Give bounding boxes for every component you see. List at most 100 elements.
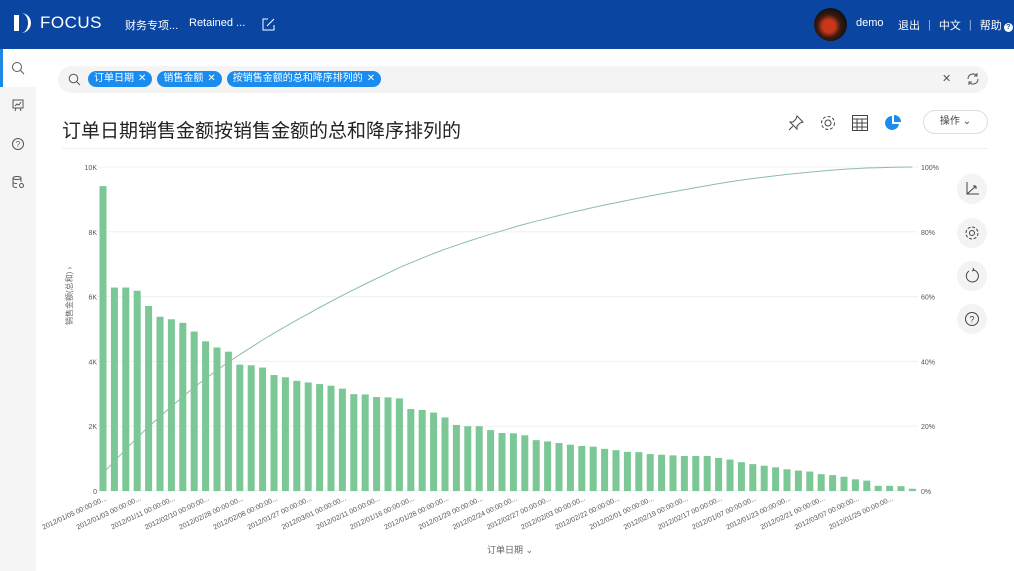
x-axis-title[interactable]: 订单日期 ⌄: [487, 543, 533, 556]
bar: [179, 322, 187, 491]
bar: [338, 388, 346, 491]
bar: [874, 485, 882, 491]
bar: [475, 426, 483, 491]
bar: [760, 465, 768, 491]
x-tick-label: 2012/02/22 00:00:00...: [554, 495, 621, 531]
bar: [749, 464, 757, 491]
bar: [430, 412, 438, 491]
bar: [99, 186, 107, 491]
x-tick-label: 2012/01/29 00:00:00...: [418, 495, 485, 531]
bar: [544, 441, 552, 491]
bar: [601, 448, 609, 491]
y2-tick-label: 80%: [921, 230, 935, 237]
bar: [578, 445, 586, 491]
x-tick-label: 2012/01/03 00:00:00...: [76, 495, 143, 531]
bar: [886, 485, 894, 491]
x-tick-label: 2012/03/01 00:00:00...: [281, 495, 348, 531]
bar: [589, 446, 597, 491]
bar: [623, 451, 631, 491]
bar: [829, 475, 837, 491]
y2-tick-label: 20%: [921, 424, 935, 431]
bar: [612, 450, 620, 491]
bar: [350, 394, 358, 491]
bar: [122, 287, 130, 491]
y2-tick-label: 60%: [921, 295, 935, 302]
bar: [703, 456, 711, 491]
y-axis-label: 销售金额(总和): [65, 271, 74, 325]
bar: [521, 435, 529, 491]
bar: [133, 290, 141, 491]
bar: [418, 410, 426, 491]
x-tick-label: 2012/01/23 00:00:00...: [725, 495, 792, 531]
bar: [224, 351, 232, 491]
y-tick-label: 2K: [88, 424, 97, 431]
bar: [441, 417, 449, 491]
x-tick-label: 2012/03/07 00:00:00...: [794, 495, 861, 531]
bar: [794, 470, 802, 491]
bar: [259, 367, 267, 491]
bar: [806, 471, 814, 491]
x-tick-label: 2012/01/25 00:00:00...: [828, 495, 895, 531]
y2-tick-label: 100%: [921, 165, 939, 172]
x-tick-label: 2012/02/27 00:00:00...: [486, 495, 553, 531]
bar: [247, 365, 255, 491]
bar: [737, 462, 745, 491]
bar: [692, 456, 700, 491]
x-tick-label: 2012/01/27 00:00:00...: [247, 495, 314, 531]
bar: [281, 377, 289, 491]
bar: [772, 467, 780, 491]
bar: [817, 474, 825, 491]
x-axis-label: 订单日期: [487, 545, 524, 555]
bar: [190, 331, 198, 491]
bar: [840, 476, 848, 491]
bar: [384, 397, 392, 491]
bar: [167, 319, 175, 491]
x-tick-label: 2012/02/03 00:00:00...: [520, 495, 587, 531]
bar: [202, 341, 210, 491]
bar: [908, 488, 916, 491]
bar: [145, 305, 153, 491]
x-tick-label: 2012/02/19 00:00:00...: [623, 495, 690, 531]
bar: [635, 452, 643, 491]
y2-tick-label: 40%: [921, 359, 935, 366]
bar: [783, 469, 791, 491]
x-tick-label: 2012/01/05 00:00:00...: [41, 495, 108, 531]
y-tick-label: 10K: [85, 165, 98, 172]
bar: [509, 433, 517, 491]
bar: [555, 443, 563, 491]
bar: [327, 385, 335, 491]
bar: [715, 457, 723, 491]
y-axis-title[interactable]: 销售金额(总和) ›: [64, 267, 75, 325]
pareto-chart: 0 0% 2K 20% 4K 40% 6K 60% 8K 80% 10K 100% 2012/01/05…: [41, 165, 939, 531]
y-tick-label: 8K: [88, 230, 97, 237]
bar: [452, 424, 460, 491]
x-tick-label: 2012/02/28 00:00:00...: [178, 495, 245, 531]
bar: [407, 409, 415, 491]
bar: [373, 397, 381, 491]
bar: [566, 444, 574, 491]
bar: [464, 426, 472, 491]
bar: [395, 398, 403, 491]
x-tick-label: 2012/02/24 00:00:00...: [452, 495, 519, 531]
bar: [361, 394, 369, 491]
y-tick-label: 0: [93, 489, 97, 496]
bar: [658, 454, 666, 491]
y-tick-label: 6K: [88, 295, 97, 302]
x-tick-label: 2012/01/16 00:00:00...: [349, 495, 416, 531]
x-tick-label: 2012/02/08 00:00:00...: [212, 495, 279, 531]
bar: [236, 364, 244, 491]
y2-tick-label: 0%: [921, 489, 931, 496]
bar: [863, 480, 871, 491]
x-tick-label: 2012/02/21 00:00:00...: [760, 495, 827, 531]
x-tick-label: 2012/01/28 00:00:00...: [383, 495, 450, 531]
x-tick-label: 2012/02/17 00:00:00...: [657, 495, 724, 531]
bar: [498, 433, 506, 491]
bar: [316, 384, 324, 491]
bar: [293, 380, 301, 491]
bar: [897, 486, 905, 491]
x-tick-label: 2012/01/07 00:00:00...: [691, 495, 758, 531]
bar: [680, 456, 688, 491]
bar: [487, 430, 495, 491]
bar: [669, 455, 677, 491]
x-tick-label: 2012/02/10 00:00:00...: [144, 495, 211, 531]
